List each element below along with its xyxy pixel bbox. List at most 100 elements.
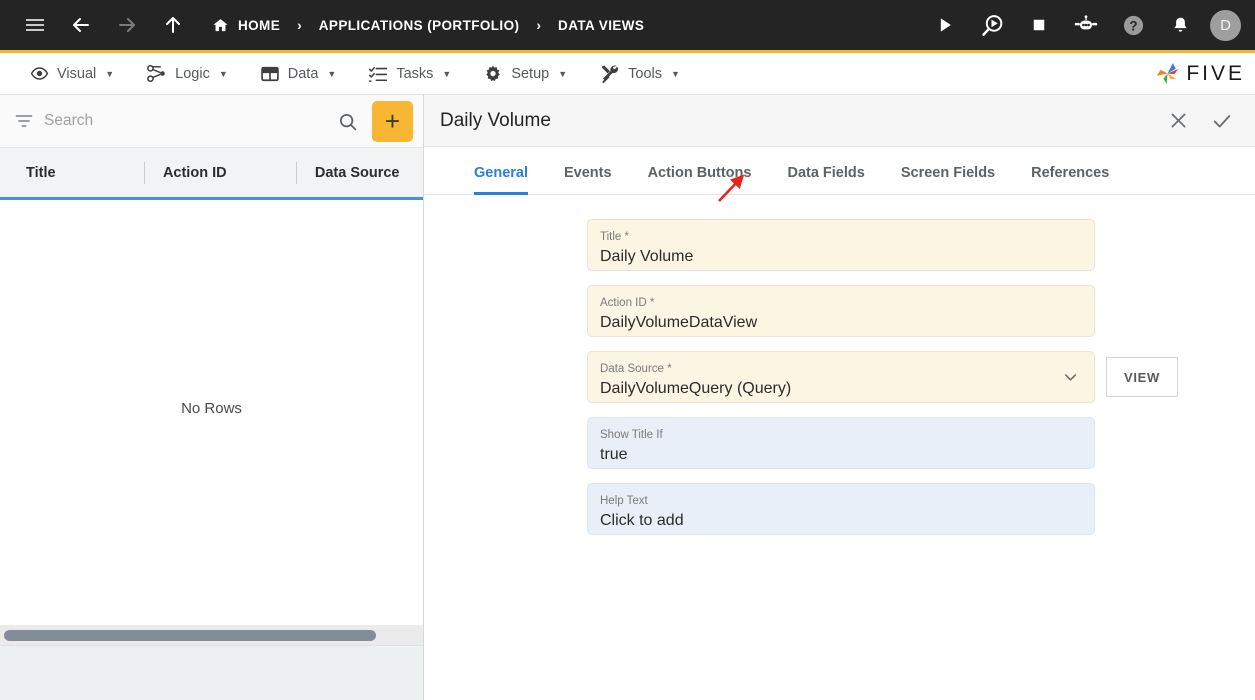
eye-icon bbox=[30, 64, 49, 83]
search-input[interactable] bbox=[44, 112, 327, 130]
add-record-button[interactable]: + bbox=[372, 100, 413, 142]
general-tab-form: Title * Daily Volume Action ID * DailyVo… bbox=[424, 195, 1255, 700]
list-rows-area: No Rows bbox=[0, 200, 423, 625]
top-actions-group: ? D bbox=[928, 8, 1241, 42]
column-header-title[interactable]: Title bbox=[26, 165, 144, 181]
help-text-field-label: Help Text bbox=[600, 495, 648, 508]
robot-icon[interactable] bbox=[1069, 8, 1103, 42]
tab-general[interactable]: General bbox=[456, 165, 546, 195]
forward-arrow-icon[interactable] bbox=[110, 8, 144, 42]
breadcrumb-separator-2: › bbox=[536, 17, 542, 33]
chevron-down-icon-logic: ▼ bbox=[218, 68, 228, 79]
logic-nodes-icon bbox=[146, 64, 167, 83]
column-divider-2 bbox=[296, 161, 297, 184]
action-id-field[interactable]: Action ID * DailyVolumeDataView bbox=[587, 285, 1095, 337]
field-row-show-title-if: Show Title If true bbox=[424, 417, 1255, 469]
list-sidebar: + Title Action ID Data Source No Rows bbox=[0, 95, 424, 700]
nav-button-group bbox=[18, 8, 190, 42]
scrollbar-thumb[interactable] bbox=[4, 629, 376, 641]
five-pinwheel-icon bbox=[1154, 60, 1181, 87]
search-icon[interactable] bbox=[337, 111, 362, 132]
action-id-field-value: DailyVolumeDataView bbox=[600, 313, 758, 331]
five-wordmark: FIVE bbox=[1186, 61, 1245, 85]
menu-label-tasks: Tasks bbox=[396, 65, 434, 82]
application-menu-bar: Visual ▼ Logic ▼ Data ▼ Tasks ▼ Setup ▼ … bbox=[0, 53, 1255, 95]
tab-action-buttons[interactable]: Action Buttons bbox=[630, 165, 770, 194]
column-divider-1 bbox=[144, 161, 145, 184]
menu-item-data[interactable]: Data ▼ bbox=[244, 53, 353, 94]
menu-label-logic: Logic bbox=[175, 65, 210, 82]
help-text-field-value: Click to add bbox=[600, 511, 684, 529]
menu-item-logic[interactable]: Logic ▼ bbox=[130, 53, 244, 94]
help-text-field[interactable]: Help Text Click to add bbox=[587, 483, 1095, 535]
data-source-field[interactable]: Data Source * DailyVolumeQuery (Query) bbox=[587, 351, 1095, 403]
show-title-if-field-label: Show Title If bbox=[600, 429, 663, 442]
menu-label-setup: Setup bbox=[511, 65, 550, 82]
debug-icon[interactable] bbox=[975, 8, 1009, 42]
show-title-if-field[interactable]: Show Title If true bbox=[587, 417, 1095, 469]
detail-panel: Daily Volume General Events Action Butto… bbox=[424, 95, 1255, 700]
menu-label-data: Data bbox=[287, 65, 319, 82]
breadcrumb-item-home[interactable]: HOME bbox=[212, 17, 280, 34]
gear-icon bbox=[483, 64, 503, 84]
notifications-bell-icon[interactable] bbox=[1163, 8, 1197, 42]
hamburger-menu-icon[interactable] bbox=[18, 8, 52, 42]
panel-header-actions bbox=[1168, 110, 1233, 132]
tab-events[interactable]: Events bbox=[546, 165, 630, 194]
up-arrow-icon[interactable] bbox=[156, 8, 190, 42]
five-brand-logo: FIVE bbox=[1154, 60, 1245, 87]
action-id-field-label: Action ID * bbox=[600, 297, 655, 310]
chevron-down-icon-tasks: ▼ bbox=[442, 68, 452, 79]
close-icon[interactable] bbox=[1168, 110, 1189, 131]
sidebar-footer bbox=[0, 645, 423, 700]
title-field-value: Daily Volume bbox=[600, 247, 694, 265]
empty-state-message: No Rows bbox=[181, 400, 242, 417]
menu-label-visual: Visual bbox=[57, 65, 97, 82]
menu-item-tools[interactable]: Tools ▼ bbox=[583, 53, 696, 94]
title-field-label: Title * bbox=[600, 231, 629, 244]
breadcrumb-label-applications: APPLICATIONS (PORTFOLIO) bbox=[318, 17, 520, 33]
filter-icon[interactable] bbox=[14, 111, 34, 131]
data-source-field-value: DailyVolumeQuery (Query) bbox=[600, 379, 792, 397]
breadcrumb-label-data-views: DATA VIEWS bbox=[558, 17, 645, 33]
tab-screen-fields[interactable]: Screen Fields bbox=[883, 165, 1013, 194]
menu-item-tasks[interactable]: Tasks ▼ bbox=[352, 53, 467, 94]
chevron-down-icon-tools: ▼ bbox=[671, 68, 680, 79]
detail-panel-header: Daily Volume bbox=[424, 95, 1255, 147]
chevron-down-icon-data: ▼ bbox=[327, 68, 337, 79]
chevron-down-icon: ▼ bbox=[105, 68, 115, 79]
svg-text:?: ? bbox=[1129, 18, 1137, 33]
menu-item-visual[interactable]: Visual ▼ bbox=[14, 53, 130, 94]
horizontal-scrollbar[interactable] bbox=[0, 625, 423, 645]
chevron-down-icon-data-source[interactable] bbox=[1061, 368, 1080, 387]
back-arrow-icon[interactable] bbox=[64, 8, 98, 42]
tab-data-fields[interactable]: Data Fields bbox=[769, 165, 882, 194]
column-header-data-source[interactable]: Data Source bbox=[315, 165, 423, 181]
tools-icon bbox=[599, 63, 620, 84]
table-grid-icon bbox=[260, 64, 280, 84]
breadcrumb-item-applications[interactable]: APPLICATIONS (PORTFOLIO) bbox=[319, 18, 520, 33]
chevron-down-icon-setup: ▼ bbox=[558, 68, 568, 79]
main-content-area: + Title Action ID Data Source No Rows Da… bbox=[0, 95, 1255, 700]
field-row-title: Title * Daily Volume bbox=[424, 219, 1255, 271]
page-title: Daily Volume bbox=[440, 109, 551, 131]
column-header-action-id[interactable]: Action ID bbox=[163, 165, 296, 181]
menu-item-setup[interactable]: Setup ▼ bbox=[467, 53, 583, 94]
avatar[interactable]: D bbox=[1210, 9, 1241, 41]
field-row-data-source: Data Source * DailyVolumeQuery (Query) V… bbox=[424, 351, 1255, 403]
checklist-icon bbox=[368, 64, 388, 84]
home-icon bbox=[212, 17, 229, 34]
breadcrumb: HOME › APPLICATIONS (PORTFOLIO) › DATA V… bbox=[212, 17, 644, 34]
help-icon[interactable]: ? bbox=[1116, 8, 1150, 42]
stop-icon[interactable] bbox=[1022, 8, 1056, 42]
data-source-field-label: Data Source * bbox=[600, 363, 672, 376]
field-row-help-text: Help Text Click to add bbox=[424, 483, 1255, 535]
search-toolbar: + bbox=[0, 95, 423, 148]
view-data-source-button[interactable]: VIEW bbox=[1106, 357, 1178, 397]
tab-references[interactable]: References bbox=[1013, 165, 1127, 194]
title-field[interactable]: Title * Daily Volume bbox=[587, 219, 1095, 271]
breadcrumb-item-data-views[interactable]: DATA VIEWS bbox=[558, 18, 644, 33]
run-play-icon[interactable] bbox=[928, 8, 962, 42]
show-title-if-field-value: true bbox=[600, 445, 628, 463]
check-icon[interactable] bbox=[1211, 110, 1233, 132]
